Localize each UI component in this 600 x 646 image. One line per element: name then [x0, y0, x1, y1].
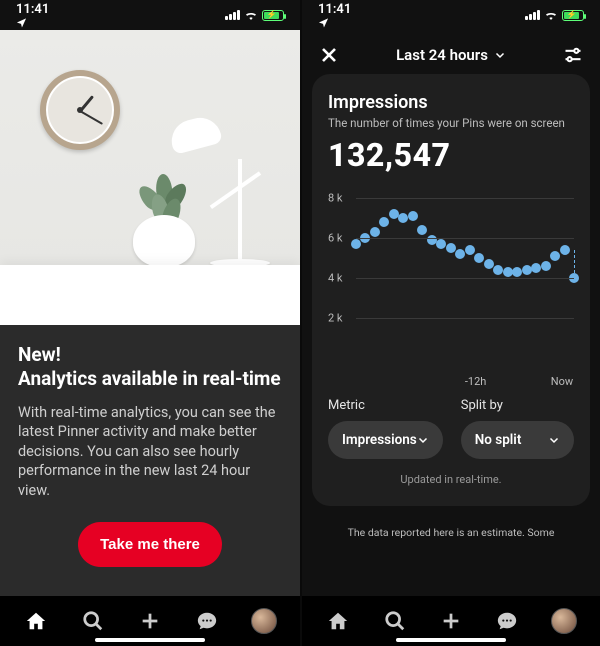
tab-search[interactable]	[73, 601, 113, 641]
chart-point	[541, 261, 551, 271]
promo-hero-image	[0, 30, 300, 325]
phone-left: 11:41 ⚡	[0, 0, 300, 646]
y-tick-label: 6 k	[328, 232, 343, 245]
home-indicator[interactable]	[95, 638, 205, 642]
y-tick-label: 4 k	[328, 272, 343, 285]
x-tick-label: -12h	[465, 375, 486, 388]
chart-point	[465, 245, 475, 255]
promo-body: With real-time analytics, you can see th…	[18, 403, 282, 501]
metric-select-value: Impressions	[342, 432, 417, 448]
cellular-signal-icon	[225, 10, 240, 20]
cellular-signal-icon	[525, 10, 540, 20]
battery-charging-icon: ⚡	[562, 10, 584, 21]
status-time-group: 11:41	[16, 2, 53, 28]
chevron-down-icon	[417, 434, 429, 446]
avatar	[251, 608, 277, 634]
chart-point	[550, 251, 560, 261]
location-arrow-icon	[318, 17, 355, 28]
location-arrow-icon	[16, 17, 53, 28]
chart-point	[493, 265, 503, 275]
y-tick-label: 2 k	[328, 312, 343, 325]
date-range-label: Last 24 hours	[396, 46, 488, 64]
tab-search[interactable]	[375, 601, 415, 641]
tab-create[interactable]	[130, 601, 170, 641]
tab-profile[interactable]	[244, 601, 284, 641]
split-select[interactable]: No split	[461, 421, 574, 459]
clock-illustration	[40, 70, 120, 150]
chart-point	[417, 225, 427, 235]
tab-home[interactable]	[318, 601, 358, 641]
chevron-down-icon	[494, 49, 506, 61]
metric-select[interactable]: Impressions	[328, 421, 443, 459]
battery-charging-icon: ⚡	[262, 10, 284, 21]
metric-value: 132,547	[328, 136, 574, 174]
tab-create[interactable]	[431, 601, 471, 641]
chevron-down-icon	[548, 434, 560, 446]
status-time: 11:41	[16, 2, 49, 17]
chart-point	[446, 243, 456, 253]
avatar	[551, 608, 577, 634]
status-bar: 11:41 ⚡	[302, 0, 600, 30]
chart-point	[522, 265, 532, 275]
chart-point	[560, 245, 570, 255]
metric-select-label: Metric	[328, 398, 443, 413]
data-disclaimer: The data reported here is an estimate. S…	[302, 526, 600, 539]
metric-subtitle: The number of times your Pins were on sc…	[328, 116, 574, 130]
tab-messages[interactable]	[187, 601, 227, 641]
wifi-icon	[244, 10, 258, 20]
phone-right: 11:41 ⚡ Last 24 hours	[300, 0, 600, 646]
chart-point	[370, 227, 380, 237]
chart-point	[351, 239, 361, 249]
promo-panel: New! Analytics available in real-time Wi…	[0, 325, 300, 596]
analytics-card: Impressions The number of times your Pin…	[312, 74, 590, 506]
tab-profile[interactable]	[544, 601, 584, 641]
chart-point	[455, 249, 465, 259]
status-time-group: 11:41	[318, 2, 355, 28]
y-tick-label: 8 k	[328, 192, 343, 205]
chart-point	[474, 253, 484, 263]
chart-point	[408, 211, 418, 221]
wifi-icon	[544, 10, 558, 20]
split-select-label: Split by	[461, 398, 574, 413]
metric-title: Impressions	[328, 92, 574, 113]
chart-point	[484, 259, 494, 269]
promo-headline-1: New!	[18, 343, 282, 367]
take-me-there-button[interactable]: Take me there	[78, 522, 222, 567]
close-button[interactable]	[318, 44, 340, 66]
promo-headline-2: Analytics available in real-time	[18, 367, 282, 391]
tab-messages[interactable]	[487, 601, 527, 641]
x-tick-label: Now	[551, 375, 573, 388]
tab-home[interactable]	[16, 601, 56, 641]
chart-point	[379, 217, 389, 227]
split-select-value: No split	[475, 432, 522, 448]
updated-note: Updated in real-time.	[328, 473, 574, 486]
status-time: 11:41	[318, 2, 351, 17]
date-range-selector[interactable]: Last 24 hours	[396, 46, 506, 64]
chart-point	[531, 263, 541, 273]
impressions-chart: 2 k 4 k 6 k 8 k -12h Now	[328, 188, 574, 388]
filter-button[interactable]	[562, 44, 584, 66]
home-indicator[interactable]	[396, 638, 506, 642]
status-bar: 11:41 ⚡	[0, 0, 300, 30]
